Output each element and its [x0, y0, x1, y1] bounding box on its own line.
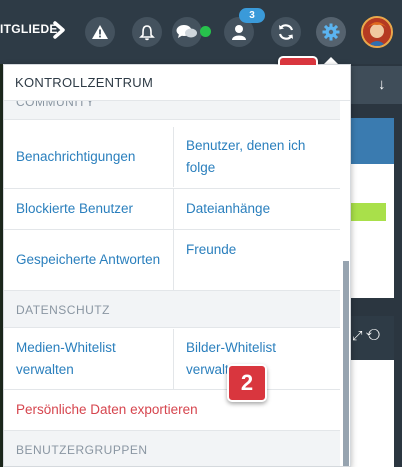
sync-icon — [278, 24, 294, 40]
chat-icon — [176, 25, 197, 38]
notifications-button[interactable] — [132, 17, 162, 47]
link-export-personal-data[interactable]: Persönliche Daten exportieren — [4, 390, 340, 430]
online-status-dot — [200, 26, 211, 37]
link-saved-replies[interactable]: Gespeicherte Antworten — [4, 230, 173, 290]
history-icon[interactable]: ⤢ ⟲ — [352, 328, 380, 344]
notification-count-badge: 3 — [239, 8, 265, 23]
link-notifications[interactable]: Benachrichtigungen — [4, 127, 173, 187]
user-icon — [232, 24, 246, 40]
panel-title: KONTROLLZENTRUM — [4, 65, 350, 101]
link-friends[interactable]: Freunde — [173, 230, 340, 290]
link-followed-users[interactable]: Benutzer, denen ich folge — [173, 127, 340, 187]
callout-marker-2: 2 — [227, 364, 267, 402]
gear-icon — [322, 23, 340, 41]
arrow-down-icon[interactable]: ↓ — [378, 76, 386, 93]
bell-icon — [139, 24, 155, 40]
warning-icon — [92, 25, 108, 39]
background-widget-header — [350, 118, 394, 164]
sync-button[interactable] — [271, 17, 301, 47]
chevron-right-icon[interactable] — [50, 18, 68, 42]
link-blocked-users[interactable]: Blockierte Benutzer — [4, 189, 173, 229]
warning-button[interactable] — [85, 17, 115, 47]
control-panel-dropdown: KONTROLLZENTRUM COMMUNITY Benachrichtigu… — [3, 64, 351, 467]
scrollbar-thumb[interactable] — [343, 261, 349, 466]
top-navigation-bar: ITGLIEDE 3 — [0, 0, 402, 64]
control-panel-button[interactable] — [316, 17, 346, 47]
avatar-image — [363, 18, 391, 46]
link-attachments[interactable]: Dateianhänge — [173, 189, 340, 229]
conversations-button[interactable] — [172, 17, 202, 47]
avatar[interactable] — [361, 16, 393, 48]
background-progress-bar — [350, 203, 386, 221]
section-heading-usergroups: BENUTZERGRUPPEN — [4, 430, 340, 466]
link-media-whitelist[interactable]: Medien-Whitelist verwalten — [4, 329, 173, 389]
section-heading-privacy: DATENSCHUTZ — [4, 290, 340, 328]
background-header-strip — [350, 66, 402, 104]
